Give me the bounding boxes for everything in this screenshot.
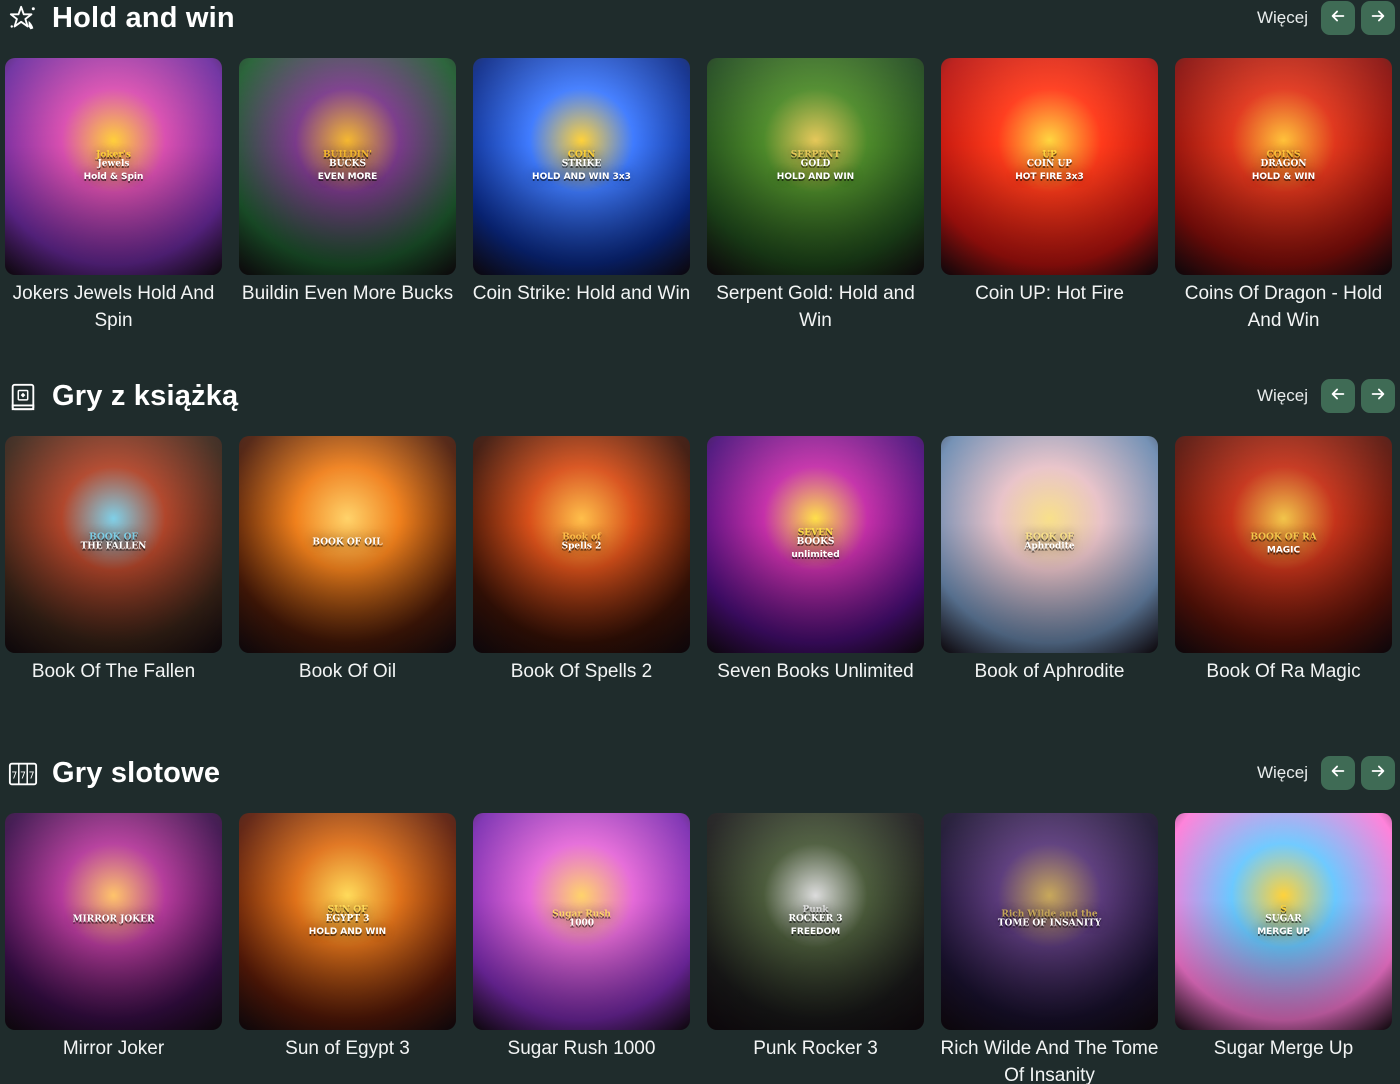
game-thumbnail[interactable]: Punk ROCKER 3 FREEDOM: [707, 813, 924, 1030]
game-thumbnail[interactable]: Joker's Jewels Hold & Spin: [5, 58, 222, 275]
game-thumbnail[interactable]: BOOK OF Aphrodite: [941, 436, 1158, 653]
star-sparkle-icon: [8, 4, 38, 34]
game-logo: Punk ROCKER 3 FREEDOM: [788, 904, 843, 938]
arrow-right-icon: [1369, 385, 1387, 408]
game-thumbnail[interactable]: SERPENT GOLD HOLD AND WIN: [707, 58, 924, 275]
next-button[interactable]: [1361, 379, 1395, 413]
svg-text:7: 7: [29, 771, 35, 782]
game-logo: SEVEN BOOKS unlimited: [791, 527, 840, 561]
game-title[interactable]: Book Of The Fallen: [1, 658, 226, 685]
game-title[interactable]: Book Of Ra Magic: [1171, 658, 1396, 685]
game-logo: COIN STRIKE HOLD AND WIN 3x3: [532, 149, 631, 183]
game-title[interactable]: Rich Wilde And The Tome Of Insanity: [937, 1035, 1162, 1084]
game-thumbnail[interactable]: UP COIN UP HOT FIRE 3x3: [941, 58, 1158, 275]
game-title[interactable]: Sugar Merge Up: [1171, 1035, 1396, 1062]
section-header: 777 Gry slotowe Więcej: [0, 755, 1400, 795]
arrow-left-icon: [1329, 762, 1347, 785]
next-button[interactable]: [1361, 1, 1395, 35]
arrow-right-icon: [1369, 7, 1387, 30]
game-thumbnail[interactable]: COINS DRAGON HOLD & WIN: [1175, 58, 1392, 275]
more-link[interactable]: Więcej: [1257, 763, 1308, 783]
game-carousel: MIRROR JOKER Mirror Joker SUN OF EGYPT 3…: [0, 813, 1400, 1084]
book-icon: [8, 382, 38, 412]
more-link[interactable]: Więcej: [1257, 386, 1308, 406]
section-header: Hold and win Więcej: [0, 0, 1400, 40]
game-logo: UP COIN UP HOT FIRE 3x3: [1015, 149, 1084, 183]
game-thumbnail[interactable]: Rich Wilde and the TOME OF INSANITY: [941, 813, 1158, 1030]
game-thumbnail[interactable]: BOOK OF THE FALLEN: [5, 436, 222, 653]
game-thumbnail[interactable]: COIN STRIKE HOLD AND WIN 3x3: [473, 58, 690, 275]
game-logo: BOOK OF Aphrodite: [1024, 532, 1075, 552]
svg-text:7: 7: [11, 771, 17, 782]
section-title: Hold and win: [52, 2, 235, 34]
game-logo: SUN OF EGYPT 3 HOLD AND WIN: [308, 904, 387, 938]
game-title[interactable]: Buildin Even More Bucks: [235, 280, 460, 307]
more-link[interactable]: Więcej: [1257, 8, 1308, 28]
game-thumbnail[interactable]: MIRROR JOKER: [5, 813, 222, 1030]
game-logo: Book of Spells 2: [561, 532, 602, 552]
game-logo: BOOK OF RA MAGIC: [1250, 532, 1317, 556]
game-carousel: Joker's Jewels Hold & Spin Jokers Jewels…: [0, 58, 1400, 348]
arrow-left-icon: [1329, 7, 1347, 30]
game-title[interactable]: Punk Rocker 3: [703, 1035, 928, 1062]
game-title[interactable]: Serpent Gold: Hold and Win: [703, 280, 928, 334]
game-title[interactable]: Sun of Egypt 3: [235, 1035, 460, 1062]
game-logo: Rich Wilde and the TOME OF INSANITY: [997, 909, 1102, 929]
game-thumbnail[interactable]: BOOK OF OIL: [239, 436, 456, 653]
game-logo: COINS DRAGON HOLD & WIN: [1251, 149, 1316, 183]
game-title[interactable]: Book Of Spells 2: [469, 658, 694, 685]
game-logo: SERPENT GOLD HOLD AND WIN: [776, 149, 855, 183]
section-header: Gry z książką Więcej: [0, 378, 1400, 418]
game-logo: BUILDIN' BUCKS EVEN MORE: [317, 149, 378, 183]
section-gry-z-ksiazka: Gry z książką Więcej BOOK OF THE FALLEN …: [0, 378, 1400, 708]
game-thumbnail[interactable]: SUN OF EGYPT 3 HOLD AND WIN: [239, 813, 456, 1030]
arrow-right-icon: [1369, 762, 1387, 785]
section-gry-slotowe: 777 Gry slotowe Więcej MIRROR JOKER Mirr…: [0, 755, 1400, 1084]
game-title[interactable]: Jokers Jewels Hold And Spin: [1, 280, 226, 334]
game-logo: MIRROR JOKER: [72, 913, 155, 924]
next-button[interactable]: [1361, 756, 1395, 790]
game-thumbnail[interactable]: SEVEN BOOKS unlimited: [707, 436, 924, 653]
arrow-left-icon: [1329, 385, 1347, 408]
game-thumbnail[interactable]: Sugar Rush 1000: [473, 813, 690, 1030]
game-title[interactable]: Seven Books Unlimited: [703, 658, 928, 685]
game-title[interactable]: Coin Strike: Hold and Win: [469, 280, 694, 307]
game-thumbnail[interactable]: S SUGAR MERGE UP: [1175, 813, 1392, 1030]
game-title[interactable]: Mirror Joker: [1, 1035, 226, 1062]
section-hold-and-win: Hold and win Więcej Joker's Jewels Hold …: [0, 0, 1400, 331]
game-logo: Sugar Rush 1000: [552, 909, 611, 929]
section-title: Gry z książką: [52, 380, 239, 412]
game-thumbnail[interactable]: BOOK OF RA MAGIC: [1175, 436, 1392, 653]
game-thumbnail[interactable]: BUILDIN' BUCKS EVEN MORE: [239, 58, 456, 275]
game-thumbnail[interactable]: Book of Spells 2: [473, 436, 690, 653]
game-title[interactable]: Sugar Rush 1000: [469, 1035, 694, 1062]
prev-button[interactable]: [1321, 1, 1355, 35]
game-logo: Joker's Jewels Hold & Spin: [83, 149, 144, 183]
game-logo: S SUGAR MERGE UP: [1257, 904, 1310, 938]
svg-text:7: 7: [20, 771, 26, 782]
game-title[interactable]: Book of Aphrodite: [937, 658, 1162, 685]
game-carousel: BOOK OF THE FALLEN Book Of The Fallen BO…: [0, 436, 1400, 726]
slot-machine-icon: 777: [8, 759, 38, 789]
game-title[interactable]: Coin UP: Hot Fire: [937, 280, 1162, 307]
prev-button[interactable]: [1321, 756, 1355, 790]
prev-button[interactable]: [1321, 379, 1355, 413]
game-logo: BOOK OF OIL: [312, 536, 383, 547]
section-title: Gry slotowe: [52, 757, 221, 789]
game-title[interactable]: Coins Of Dragon - Hold And Win: [1171, 280, 1396, 334]
game-logo: BOOK OF THE FALLEN: [80, 532, 147, 552]
game-title[interactable]: Book Of Oil: [235, 658, 460, 685]
